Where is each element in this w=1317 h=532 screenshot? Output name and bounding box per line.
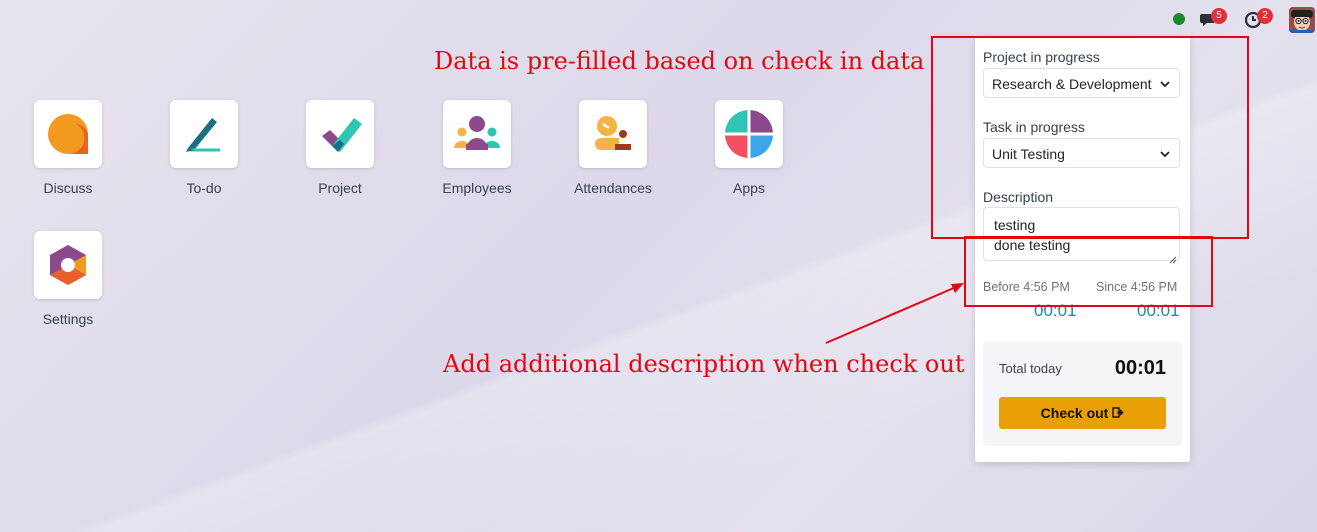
annotation-arrow xyxy=(825,283,964,344)
